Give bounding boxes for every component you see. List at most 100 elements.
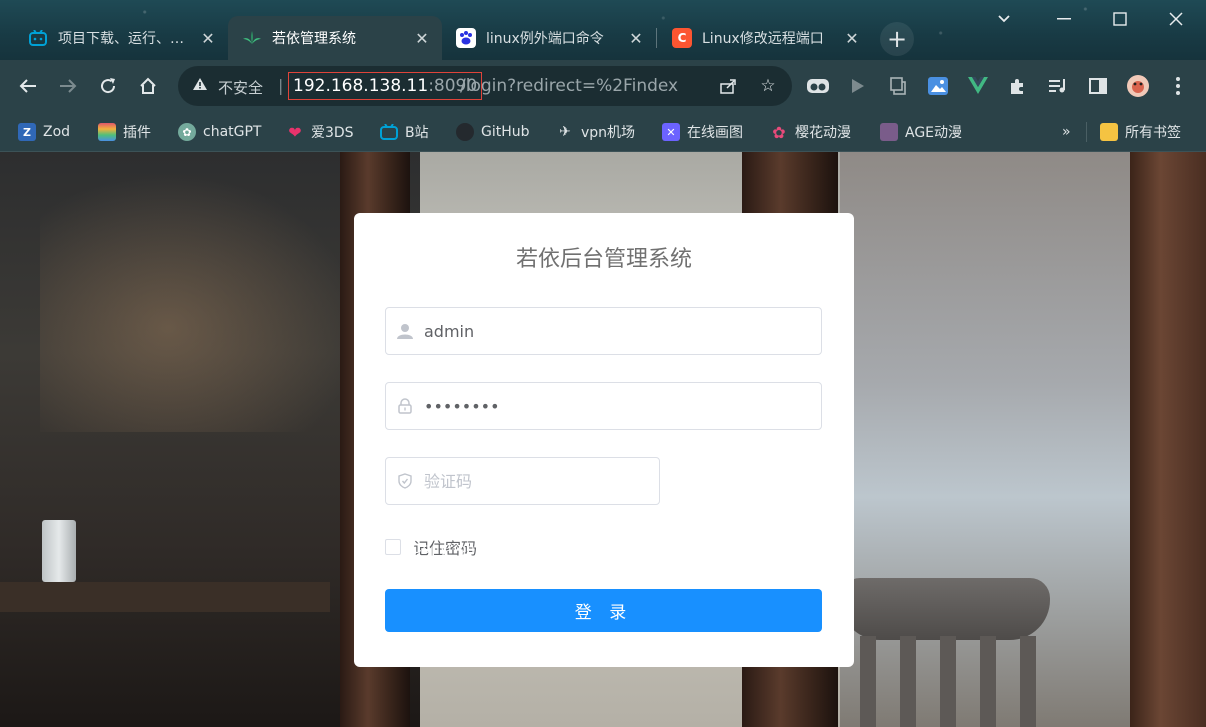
heart-icon: ❤	[288, 122, 302, 142]
rainbow-icon	[98, 123, 116, 141]
bookmark-age[interactable]: AGE动漫	[880, 120, 962, 144]
all-bookmarks-folder[interactable]: 所有书签	[1100, 120, 1181, 144]
bookmark-label: 爱3DS	[311, 125, 354, 141]
airplane-icon: ✈	[559, 124, 571, 140]
background-chair	[840, 578, 1050, 727]
tab-strip: 项目下载、运行、配置 ✕ 若依管理系统 ✕ linux例外端口命令 ✕ C Li…	[0, 0, 1206, 60]
maximize-icon[interactable]	[1090, 0, 1150, 38]
background-glow	[40, 172, 360, 432]
address-divider: |	[278, 76, 284, 95]
bookmark-vpn[interactable]: ✈ vpn机场	[556, 120, 635, 144]
bookmark-label: vpn机场	[581, 125, 636, 141]
extension-play-icon[interactable]	[846, 74, 870, 98]
bookmark-draw[interactable]: ✕ 在线画图	[662, 120, 743, 144]
reload-icon[interactable]	[92, 70, 124, 102]
close-tab-icon[interactable]: ✕	[198, 28, 218, 48]
bookmark-label: 插件	[123, 125, 151, 141]
new-tab-button[interactable]: +	[880, 22, 914, 56]
bookmark-bilibili[interactable]: B站	[380, 120, 429, 144]
browser-toolbar: 不安全 | 192.168.138.11:8090 /login?redirec…	[0, 60, 1206, 112]
csdn-c-icon: C	[672, 28, 692, 48]
tab-title: 项目下载、运行、配置	[58, 31, 188, 47]
tab-title: linux例外端口命令	[486, 31, 604, 47]
tab-separator	[656, 28, 657, 48]
tab-title: Linux修改远程端口	[702, 31, 824, 47]
extension-goggles-icon[interactable]	[806, 74, 830, 98]
background-table	[0, 582, 330, 612]
warning-icon[interactable]	[192, 76, 208, 96]
bookmark-label: AGE动漫	[905, 125, 963, 141]
url-host-highlight: 192.168.138.11:8090	[288, 72, 483, 100]
extension-vue-icon[interactable]	[966, 74, 990, 98]
sakura-icon: ✿	[772, 122, 786, 142]
tab-bilibili[interactable]: 项目下载、运行、配置 ✕	[14, 16, 228, 60]
baidu-paw-icon	[456, 28, 476, 48]
tab-baidu[interactable]: linux例外端口命令 ✕	[442, 16, 656, 60]
bookmark-label: GitHub	[481, 124, 530, 140]
captcha-input[interactable]	[424, 458, 659, 504]
all-bookmarks-label: 所有书签	[1125, 125, 1181, 141]
anime-avatar-icon	[880, 123, 898, 141]
password-field[interactable]	[385, 382, 822, 430]
openai-icon: ✿	[178, 123, 196, 141]
close-tab-icon[interactable]: ✕	[626, 28, 646, 48]
browser-chrome: 项目下载、运行、配置 ✕ 若依管理系统 ✕ linux例外端口命令 ✕ C Li…	[0, 0, 1206, 152]
back-icon[interactable]	[12, 70, 44, 102]
shield-check-icon	[386, 473, 424, 489]
bookmark-label: chatGPT	[203, 124, 262, 140]
forward-icon[interactable]	[52, 70, 84, 102]
login-button[interactable]: 登 录	[385, 589, 822, 632]
security-label[interactable]: 不安全	[218, 77, 263, 98]
copyright-footer: Copyright © 2018-2023 ruoyi.vip All Righ…	[411, 540, 795, 556]
profile-avatar-icon[interactable]	[1126, 74, 1150, 98]
url-path: /login?redirect=%2Findex	[460, 76, 679, 96]
captcha-field[interactable]	[385, 457, 660, 505]
tab-search-chevron-icon[interactable]	[974, 0, 1034, 38]
bookmark-zod[interactable]: Z Zod	[18, 120, 70, 144]
bookmarks-divider	[1086, 122, 1087, 142]
bookmarks-bar: Z Zod 插件 ✿ chatGPT ❤ 爱3DS B站 GitHub ✈ vp…	[0, 112, 1206, 152]
extensions-puzzle-icon[interactable]	[1006, 74, 1030, 98]
bookmark-star-icon[interactable]: ☆	[756, 74, 780, 98]
media-playlist-icon[interactable]	[1046, 74, 1070, 98]
address-bar[interactable]: 不安全 | 192.168.138.11:8090 /login?redirec…	[178, 66, 792, 106]
menu-kebab-icon[interactable]	[1166, 74, 1190, 98]
extension-image-icon[interactable]	[926, 74, 950, 98]
tab-ruoyi[interactable]: 若依管理系统 ✕	[228, 16, 442, 60]
chevron-double-right-icon: »	[1062, 124, 1071, 140]
login-card: 若依后台管理系统 记住密码 登 录	[354, 213, 854, 667]
username-input[interactable]	[424, 308, 821, 354]
draw-icon: ✕	[662, 123, 680, 141]
login-title: 若依后台管理系统	[515, 247, 692, 272]
bilibili-icon	[28, 28, 48, 48]
bookmarks-overflow-button[interactable]: »	[1062, 120, 1071, 144]
tab-csdn[interactable]: C Linux修改远程端口 ✕	[658, 16, 872, 60]
bookmark-label: B站	[405, 125, 429, 141]
lock-icon	[386, 398, 424, 414]
window-close-icon[interactable]	[1146, 0, 1206, 38]
bookmark-chatgpt[interactable]: ✿ chatGPT	[178, 120, 261, 144]
user-icon	[386, 323, 424, 339]
username-field[interactable]	[385, 307, 822, 355]
extension-copy-icon[interactable]	[886, 74, 910, 98]
side-panel-icon[interactable]	[1086, 74, 1110, 98]
bilibili-icon	[380, 123, 398, 141]
bookmark-sakura[interactable]: ✿ 樱花动漫	[770, 120, 851, 144]
background-window-post	[1130, 152, 1206, 727]
bookmark-label: Zod	[43, 124, 71, 140]
tab-title: 若依管理系统	[272, 31, 356, 47]
ruoyi-leaf-icon	[242, 28, 262, 48]
bookmark-3ds[interactable]: ❤ 爱3DS	[286, 120, 354, 144]
close-tab-icon[interactable]: ✕	[412, 28, 432, 48]
bookmark-github[interactable]: GitHub	[456, 120, 530, 144]
password-input[interactable]	[424, 383, 821, 429]
home-icon[interactable]	[132, 70, 164, 102]
github-icon	[456, 123, 474, 141]
bookmark-label: 樱花动漫	[795, 125, 851, 141]
close-tab-icon[interactable]: ✕	[842, 28, 862, 48]
bookmark-label: 在线画图	[687, 125, 743, 141]
share-icon[interactable]	[716, 74, 740, 98]
bookmark-plugins[interactable]: 插件	[98, 120, 151, 144]
minimize-icon[interactable]	[1034, 0, 1094, 38]
folder-icon	[1100, 123, 1118, 141]
